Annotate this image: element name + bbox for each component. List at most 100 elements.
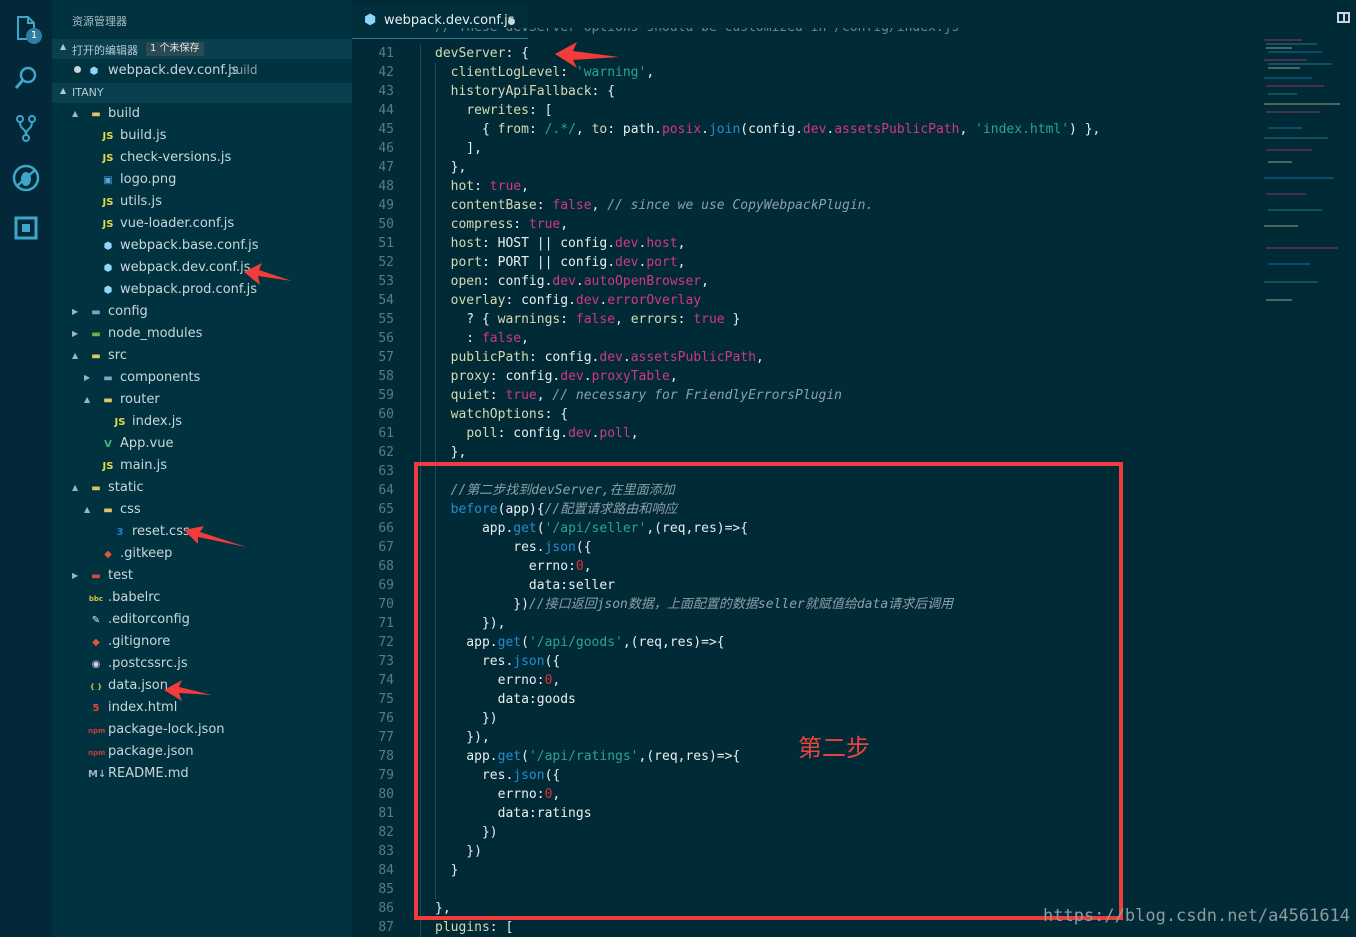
line-number: 48 [378,179,394,194]
folder-open-icon: ▬ [91,351,101,362]
code-line[interactable]: watchOptions: { [435,405,568,424]
collapse-arrow-icon[interactable]: ▲ [84,505,90,514]
code-line[interactable]: { from: /.*/, to: path.posix.join(config… [435,120,1100,139]
collapse-arrow-icon[interactable]: ▲ [84,395,90,404]
red-arrow-icon [164,680,212,701]
webpack-icon: ⬢ [89,66,99,77]
expand-arrow-icon[interactable]: ▶ [84,373,90,382]
code-line[interactable]: host: HOST || config.dev.host, [435,234,686,253]
code-line[interactable]: publicPath: config.dev.assetsPublicPath, [435,348,764,367]
extensions-icon[interactable] [12,214,40,242]
code-line[interactable]: ], [435,139,482,158]
tree-item-label: src [108,348,127,363]
watermark: https://blog.csdn.net/a4561614 [1043,906,1351,926]
collapse-arrow-icon: ▲ [60,86,67,95]
line-number: 71 [378,616,394,631]
vue-icon: V [104,439,112,450]
line-number: 64 [378,483,394,498]
tree-item-label: check-versions.js [120,150,232,165]
line-number: 43 [378,84,394,99]
code-line[interactable]: }, [435,443,467,462]
tree-item-label: webpack.base.conf.js [120,238,259,253]
line-number: 84 [378,863,394,878]
tree-item-label: vue-loader.conf.js [120,216,235,231]
line-number: 58 [378,369,394,384]
webpack-icon: ⬢ [364,12,377,28]
tree-item-label: .editorconfig [108,612,190,627]
unsaved-badge: 1 个未保存 [146,42,204,56]
project-section[interactable]: ▲ ITANY [52,83,352,103]
code-line[interactable]: clientLogLevel: 'warning', [435,63,655,82]
annotation-label: 第二步 [798,734,870,762]
code-line[interactable]: port: PORT || config.dev.port, [435,253,686,272]
npm-icon: npm [88,749,106,757]
minimap[interactable] [1262,38,1342,308]
line-number: 86 [378,901,394,916]
webpack-icon: ⬢ [103,241,113,252]
line-number: 59 [378,388,394,403]
image-icon: ▣ [103,175,113,186]
code-line[interactable]: rewrites: [ [435,101,552,120]
code-line[interactable]: poll: config.dev.poll, [435,424,638,443]
code-line[interactable]: contentBase: false, // since we use Copy… [435,196,874,215]
code-line[interactable]: proxy: config.dev.proxyTable, [435,367,678,386]
open-editors-section[interactable]: ▲ 打开的编辑器 1 个未保存 [52,39,352,59]
expand-arrow-icon[interactable]: ▶ [72,329,78,338]
code-line[interactable]: compress: true, [435,215,568,234]
collapse-arrow-icon[interactable]: ▲ [72,351,78,360]
code-line[interactable]: ? { warnings: false, errors: true } [435,310,740,329]
js-icon: JS [114,417,126,428]
folder-test-icon: ▬ [91,571,101,582]
code-line[interactable]: historyApiFallback: { [435,82,615,101]
line-number: 82 [378,825,394,840]
unsaved-dot-icon[interactable] [508,18,515,25]
open-editors-label: 打开的编辑器 [72,44,138,57]
open-editor-folder: build [228,63,258,77]
debug-icon[interactable] [12,164,40,192]
code-line[interactable]: : false, [435,329,529,348]
tree-item-label: .postcssrc.js [108,656,188,671]
expand-arrow-icon[interactable]: ▶ [72,307,78,316]
folder-open-icon: ▬ [103,395,113,406]
line-number: 73 [378,654,394,669]
collapse-arrow-icon[interactable]: ▲ [72,483,78,492]
js-icon: JS [102,153,114,164]
source-control-icon[interactable] [12,114,40,142]
line-number: 70 [378,597,394,612]
tree-item-label: node_modules [108,326,203,341]
code-line[interactable]: open: config.dev.autoOpenBrowser, [435,272,709,291]
babel-icon: bbc [88,595,104,603]
sidebar-title: 资源管理器 [72,15,127,28]
line-number: 78 [378,749,394,764]
js-icon: JS [102,131,114,142]
code-line[interactable]: overlay: config.dev.errorOverlay [435,291,701,310]
line-number: 42 [378,65,394,80]
git-icon: ◆ [104,549,112,560]
line-number: 53 [378,274,394,289]
code-line[interactable]: plugins: [ [435,918,513,937]
tree-item-label: build.js [120,128,167,143]
line-number: 45 [378,122,394,137]
highlight-box [414,462,1123,920]
code-line[interactable]: devServer: { [435,44,529,63]
code-line[interactable]: }, [435,158,467,177]
webpack-icon: ⬢ [103,285,113,296]
tree-item-label: reset.css [132,524,190,539]
code-line[interactable]: quiet: true, // necessary for FriendlyEr… [435,386,842,405]
tree-item-label: webpack.dev.conf.js [120,260,251,275]
tree-item-label: components [120,370,201,385]
split-editor-icon[interactable] [1337,12,1350,23]
line-number: 68 [378,559,394,574]
line-number: 66 [378,521,394,536]
tree-item-label: webpack.prod.conf.js [120,282,258,297]
search-icon[interactable] [12,64,40,92]
tree-item-label: README.md [108,766,189,781]
js-icon: JS [102,197,114,208]
collapse-arrow-icon[interactable]: ▲ [72,109,78,118]
folder-open-icon: ▬ [91,483,101,494]
line-number: 60 [378,407,394,422]
expand-arrow-icon[interactable]: ▶ [72,571,78,580]
line-number: 63 [378,464,394,479]
line-number: 49 [378,198,394,213]
code-line[interactable]: hot: true, [435,177,529,196]
